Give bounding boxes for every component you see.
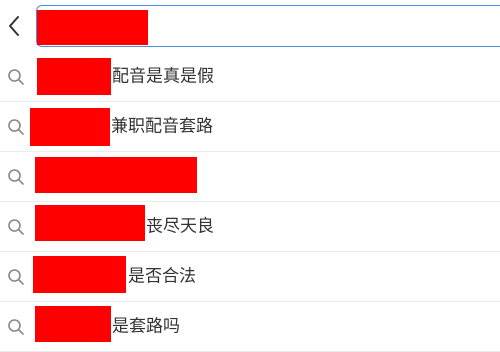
redacted-text xyxy=(35,306,111,342)
suggestion-item[interactable] xyxy=(0,152,500,202)
suggestion-item[interactable]: 是否合法 xyxy=(0,252,500,302)
search-icon xyxy=(8,319,24,335)
back-button[interactable] xyxy=(0,6,28,46)
search-header xyxy=(0,0,500,52)
search-icon xyxy=(8,119,24,135)
redacted-text xyxy=(37,58,111,95)
suggestion-text: 丧尽天良 xyxy=(146,216,214,236)
search-icon xyxy=(8,69,24,85)
redacted-text xyxy=(35,205,145,241)
redacted-text xyxy=(33,256,126,293)
redacted-text xyxy=(30,108,110,146)
search-icon xyxy=(8,269,24,285)
redacted-search-text xyxy=(37,10,148,45)
search-icon xyxy=(8,219,24,235)
search-icon xyxy=(8,169,24,185)
suggestion-text: 是否合法 xyxy=(128,266,196,286)
suggestion-text: 兼职配音套路 xyxy=(111,116,213,136)
suggestion-list: 配音是真是假 兼职配音套路 丧尽天良 是否合法 是套路吗 xyxy=(0,52,500,352)
suggestion-text: 配音是真是假 xyxy=(112,66,214,86)
chevron-left-icon xyxy=(9,16,19,36)
suggestion-item[interactable]: 丧尽天良 xyxy=(0,202,500,252)
suggestion-item[interactable]: 兼职配音套路 xyxy=(0,102,500,152)
suggestion-text: 是套路吗 xyxy=(112,316,180,336)
suggestion-item[interactable]: 是套路吗 xyxy=(0,302,500,352)
suggestion-item[interactable]: 配音是真是假 xyxy=(0,52,500,102)
redacted-text xyxy=(35,157,197,193)
